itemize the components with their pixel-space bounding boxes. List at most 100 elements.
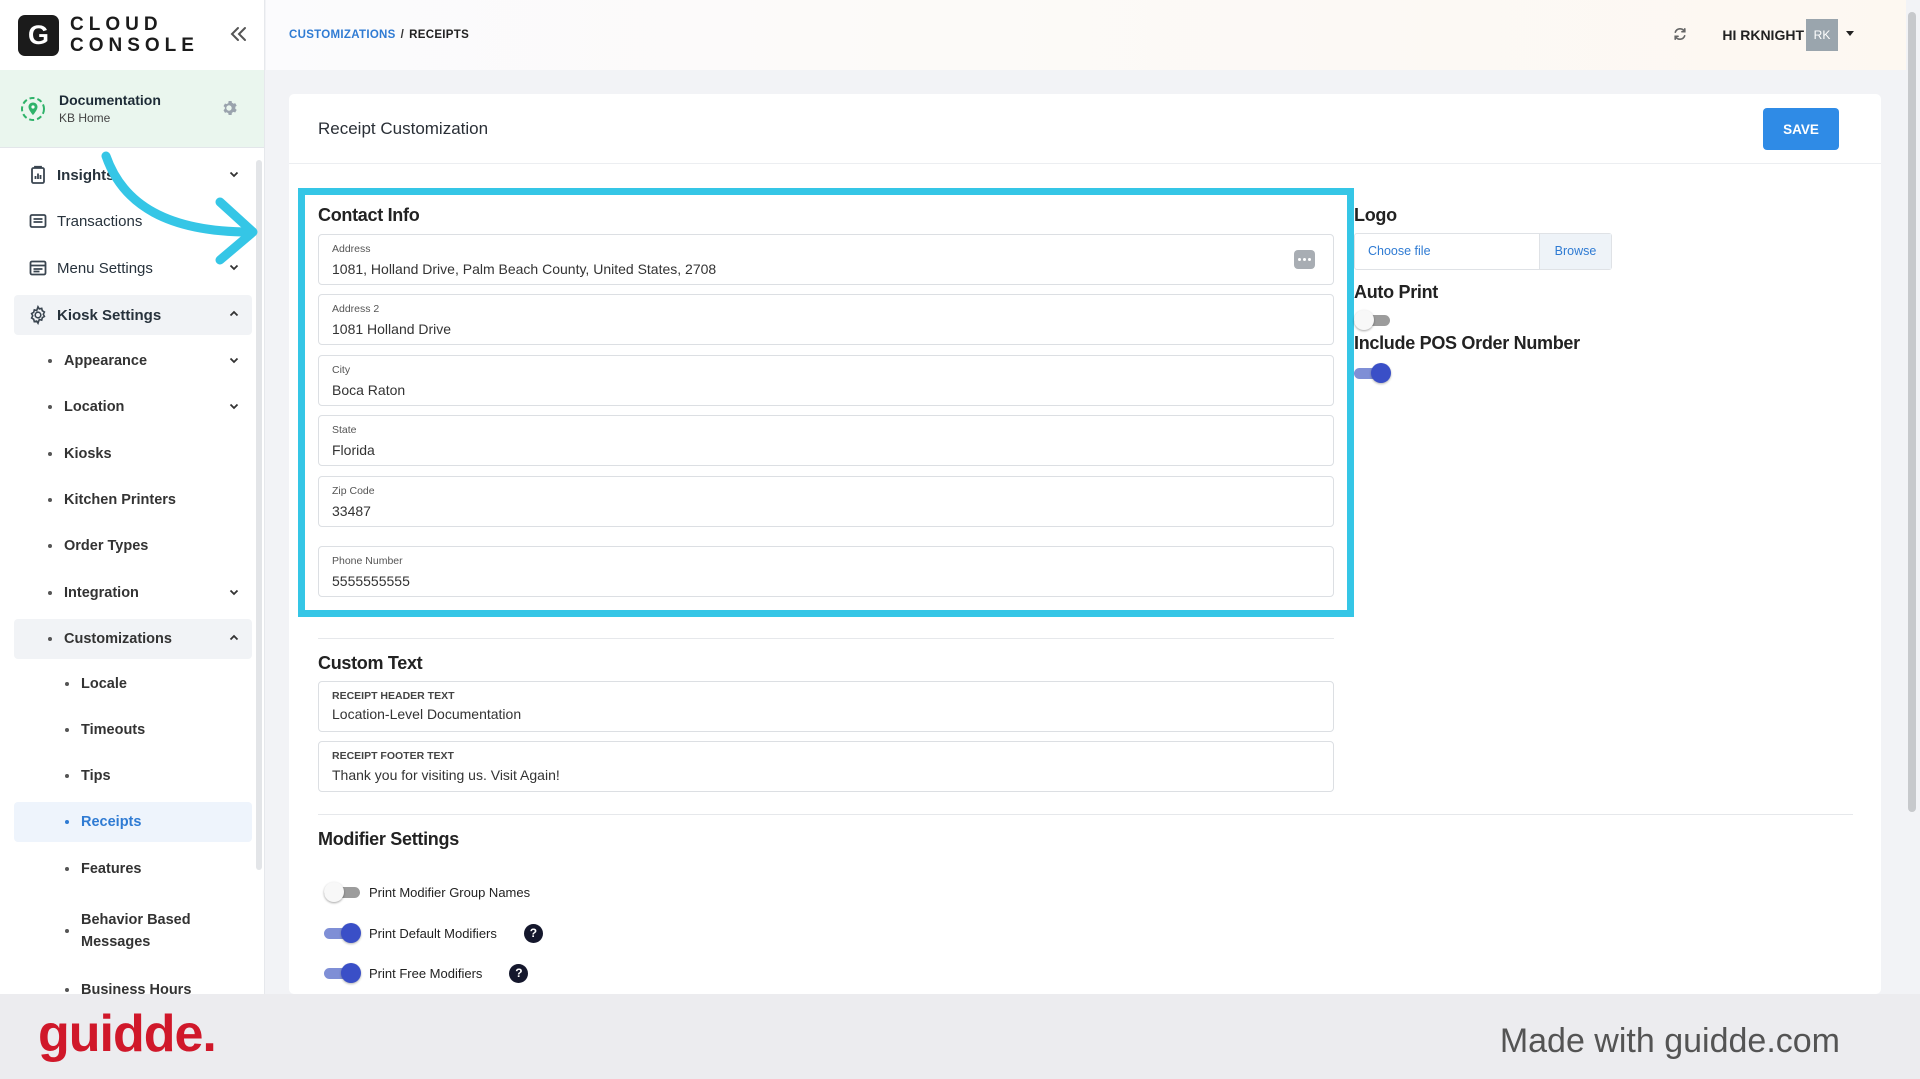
zip-code-value: 33487 xyxy=(332,503,371,519)
breadcrumb-current: RECEIPTS xyxy=(409,29,470,41)
sidebar-item-timeouts[interactable]: Timeouts xyxy=(14,710,252,750)
zip-code-field[interactable]: Zip Code 33487 xyxy=(318,476,1334,527)
browse-button[interactable]: Browse xyxy=(1539,234,1611,269)
breadcrumb-customizations-link[interactable]: CUSTOMIZATIONS xyxy=(289,29,396,41)
print-default-modifiers-label: Print Default Modifiers xyxy=(369,925,497,941)
page-scrollbar[interactable] xyxy=(1908,12,1916,812)
sidebar-item-order-types[interactable]: Order Types xyxy=(14,526,252,566)
state-label: State xyxy=(332,424,357,436)
sidebar-item-kiosks[interactable]: Kiosks xyxy=(14,434,252,474)
sidebar-item-label: Transactions xyxy=(57,212,143,230)
sidebar-item-insights[interactable]: Insights xyxy=(14,155,252,195)
sidebar-item-receipts[interactable]: Receipts xyxy=(14,802,252,842)
sidebar-item-label: Tips xyxy=(81,768,111,784)
receipt-header-text-field[interactable]: RECEIPT HEADER TEXT Location-Level Docum… xyxy=(318,681,1334,732)
bullet-icon xyxy=(48,544,52,548)
chevron-up-icon xyxy=(229,634,239,641)
sidebar-item-business-hours[interactable]: Business Hours xyxy=(14,970,252,994)
breadcrumb: CUSTOMIZATIONS / RECEIPTS xyxy=(289,29,469,41)
logo-file-input[interactable]: Choose file Browse xyxy=(1354,233,1612,270)
print-free-modifiers-toggle[interactable] xyxy=(324,963,361,983)
city-value: Boca Raton xyxy=(332,382,406,398)
caret-down-icon[interactable] xyxy=(1846,31,1854,36)
print-default-modifiers-toggle[interactable] xyxy=(324,923,361,943)
sidebar-item-customizations[interactable]: Customizations xyxy=(14,619,252,659)
print-modifier-group-names-label: Print Modifier Group Names xyxy=(369,884,531,900)
sidebar-item-label: Order Types xyxy=(64,538,149,554)
bullet-icon xyxy=(48,637,52,641)
guidde-footer: guidde. Made with guidde.com xyxy=(0,994,1920,1079)
top-bar: CUSTOMIZATIONS / RECEIPTS HI RKNIGHT RK xyxy=(266,0,1906,70)
print-free-modifiers-row: Print Free Modifiers ? xyxy=(324,962,529,984)
brand-name: CLOUD CONSOLE xyxy=(70,14,199,56)
modifier-settings-title: Modifier Settings xyxy=(318,829,459,849)
page-title: Receipt Customization xyxy=(318,119,489,138)
help-icon[interactable]: ? xyxy=(523,923,543,943)
print-modifier-group-names-row: Print Modifier Group Names xyxy=(324,881,530,903)
help-icon[interactable]: ? xyxy=(509,963,529,983)
state-value: Florida xyxy=(332,442,375,458)
bullet-icon xyxy=(65,820,69,824)
sidebar-item-label: Customizations xyxy=(64,631,172,647)
brand-logo: G xyxy=(18,14,59,56)
address-2-value: 1081 Holland Drive xyxy=(332,321,452,337)
menu-card-icon xyxy=(29,260,47,276)
sidebar-scrollbar[interactable] xyxy=(256,160,262,870)
store-subtitle: KB Home xyxy=(59,111,111,125)
chevron-down-icon xyxy=(229,403,239,410)
receipt-header-text-value: Location-Level Documentation xyxy=(332,706,522,722)
address-2-field[interactable]: Address 2 1081 Holland Drive xyxy=(318,294,1334,345)
brand-line-1: CLOUD xyxy=(70,14,163,35)
refresh-icon[interactable] xyxy=(1672,26,1688,42)
sidebar-item-menu-settings[interactable]: Menu Settings xyxy=(14,248,252,288)
avatar[interactable]: RK xyxy=(1806,19,1838,51)
custom-text-title: Custom Text xyxy=(318,653,423,673)
city-field[interactable]: City Boca Raton xyxy=(318,355,1334,406)
sidebar-item-appearance[interactable]: Appearance xyxy=(14,341,252,381)
receipt-list-icon xyxy=(29,214,47,228)
collapse-sidebar-icon[interactable] xyxy=(226,22,250,46)
choose-file-label[interactable]: Choose file xyxy=(1355,234,1539,269)
sidebar-item-features[interactable]: Features xyxy=(14,849,252,889)
sidebar-item-locale[interactable]: Locale xyxy=(14,664,252,704)
bullet-icon xyxy=(65,682,69,686)
sidebar-item-label: Receipts xyxy=(81,814,142,830)
bullet-icon xyxy=(65,774,69,778)
sidebar-item-label-line-2: Messages xyxy=(81,934,151,950)
address-value: 1081, Holland Drive, Palm Beach County, … xyxy=(332,261,717,277)
guidde-logo: guidde. xyxy=(38,1005,217,1063)
sidebar-item-label: Behavior Based Messages xyxy=(81,909,191,953)
address-label: Address xyxy=(332,243,371,255)
address-2-label: Address 2 xyxy=(332,303,380,315)
more-options-icon[interactable] xyxy=(1294,250,1315,269)
brand: G CLOUD CONSOLE xyxy=(0,0,264,70)
sidebar-item-tips[interactable]: Tips xyxy=(14,756,252,796)
print-modifier-group-names-toggle[interactable] xyxy=(324,882,361,902)
state-field[interactable]: State Florida xyxy=(318,415,1334,466)
pos-order-number-toggle[interactable] xyxy=(1354,363,1391,383)
sidebar-item-location[interactable]: Location xyxy=(14,387,252,427)
receipt-customization-card: Receipt Customization SAVE Contact Info … xyxy=(289,94,1881,994)
auto-print-toggle[interactable] xyxy=(1354,310,1391,330)
bullet-icon xyxy=(48,359,52,363)
print-default-modifiers-row: Print Default Modifiers ? xyxy=(324,922,543,944)
pos-order-number-title: Include POS Order Number xyxy=(1354,333,1580,353)
receipt-footer-text-field[interactable]: RECEIPT FOOTER TEXT Thank you for visiti… xyxy=(318,741,1334,792)
bullet-icon xyxy=(65,728,69,732)
store-selector[interactable]: Documentation KB Home xyxy=(0,70,264,148)
chevron-up-icon xyxy=(229,310,239,317)
store-info: Documentation KB Home xyxy=(59,92,161,125)
phone-number-field[interactable]: Phone Number 5555555555 xyxy=(318,546,1334,597)
sidebar-item-behavior-based-messages[interactable]: Behavior Based Messages xyxy=(14,905,252,957)
user-greeting[interactable]: HI RKNIGHT xyxy=(1722,27,1804,43)
logo-title: Logo xyxy=(1354,205,1397,225)
address-field[interactable]: Address 1081, Holland Drive, Palm Beach … xyxy=(318,234,1334,285)
phone-number-label: Phone Number xyxy=(332,555,403,567)
save-button[interactable]: SAVE xyxy=(1763,108,1839,150)
sidebar-item-kiosk-settings[interactable]: Kiosk Settings xyxy=(14,295,252,335)
sidebar-item-kitchen-printers[interactable]: Kitchen Printers xyxy=(14,480,252,520)
sidebar-item-integration[interactable]: Integration xyxy=(14,573,252,613)
sidebar-item-transactions[interactable]: Transactions xyxy=(14,201,252,241)
gear-icon[interactable] xyxy=(222,100,238,116)
sidebar-item-label: Appearance xyxy=(64,353,148,369)
